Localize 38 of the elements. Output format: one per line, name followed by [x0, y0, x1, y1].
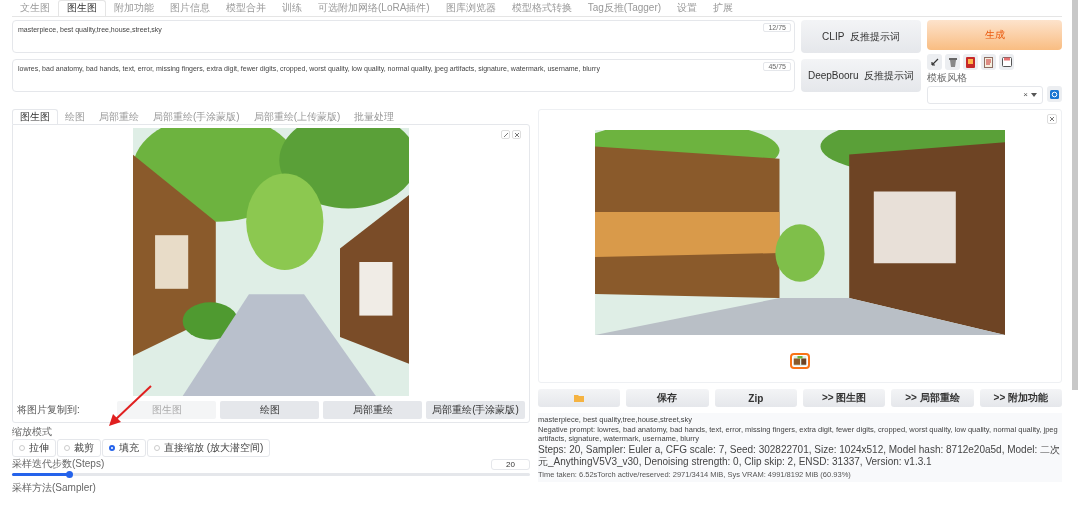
output-button[interactable]: 保存 [626, 389, 709, 407]
info-text: Steps: 20, Sampler: Euler a, CFG scale: 7, Seed: 302822701, Size: 1024x512, Model hash: 8712e20a5d, Model: 二次元_AnythingV5V3_v30, Denoising strength: 0, Clip skip: 2, ENSD: 31337, Version: v1.3.1 [538, 444, 1061, 468]
radio-option[interactable]: 裁剪 [57, 439, 101, 457]
steps-label: 采样迭代步数(Steps) [12, 458, 105, 470]
steps-field[interactable]: 20 [491, 458, 530, 470]
edit-icon[interactable] [501, 130, 510, 139]
tab[interactable]: 图生图 [58, 0, 106, 16]
copy-button[interactable]: 绘图 [220, 401, 319, 419]
copy-to-label: 将图片复制到: [17, 404, 81, 416]
copy-button[interactable]: 局部重绘(手涂蒙版) [426, 401, 525, 419]
radio-option[interactable]: 直接缩放 (放大潜空间) [147, 439, 271, 457]
sampler-label: 采样方法(Sampler) [12, 482, 97, 494]
output-button[interactable]: Zip [714, 389, 797, 407]
caret-icon [1031, 93, 1037, 97]
style-dropdown[interactable]: × [927, 86, 1043, 104]
folder-icon [574, 394, 585, 402]
thumbnail[interactable] [790, 353, 810, 369]
close-icon[interactable] [512, 130, 521, 139]
interrogate-button[interactable]: CLIP 反推提示词 [801, 20, 921, 53]
copy-button[interactable]: 局部重绘 [323, 401, 422, 419]
negative-prompt-field[interactable] [12, 59, 795, 92]
tab[interactable]: 图生图 [12, 109, 58, 124]
close-icon[interactable] [1047, 114, 1057, 124]
trash-icon[interactable] [945, 54, 960, 70]
style-label: 模板风格 [927, 72, 968, 84]
document-icon[interactable] [981, 54, 996, 70]
output-button[interactable]: >> 附加功能 [979, 389, 1062, 407]
arrow-annotation [107, 384, 153, 428]
interrogate-button[interactable]: DeepBooru 反推提示词 [801, 59, 921, 92]
save-icon[interactable] [999, 54, 1014, 70]
output-button[interactable]: >> 局部重绘 [891, 389, 974, 407]
radio-option[interactable]: 拉伸 [12, 439, 56, 457]
resize-mode-label: 缩放模式 [12, 426, 53, 438]
output-button[interactable]: >> 图生图 [803, 389, 886, 407]
radio-option[interactable]: 填充 [102, 439, 146, 457]
refresh-button[interactable] [1047, 86, 1062, 102]
clear-icon[interactable]: × [1023, 91, 1028, 99]
image-icon[interactable] [963, 54, 978, 70]
